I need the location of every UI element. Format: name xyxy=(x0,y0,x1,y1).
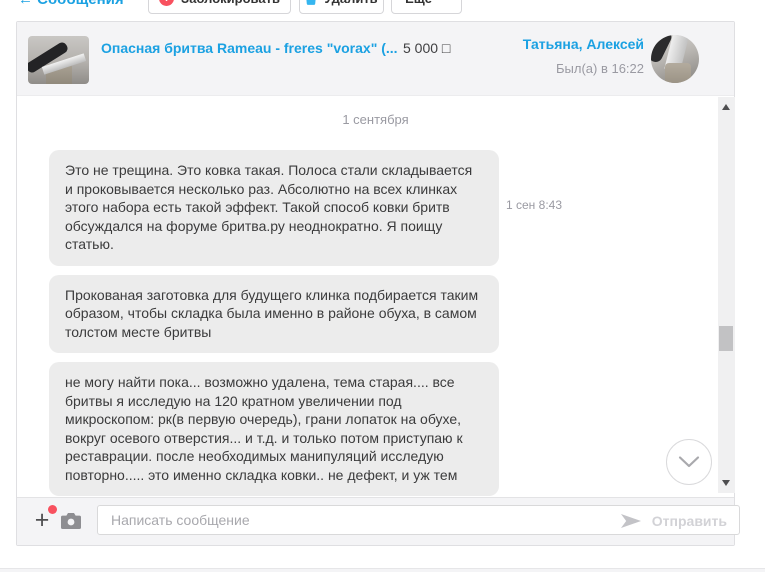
next-section-strip xyxy=(0,568,765,572)
chat-scroll-area[interactable]: 1 сентября Это не трещина. Это ковка так… xyxy=(17,97,734,498)
conversation-header: Опасная бритва Rameau - freres "vorax" (… xyxy=(17,22,734,96)
item-price: 5 000 □ xyxy=(403,40,450,56)
attach-button[interactable]: + xyxy=(29,506,55,536)
message-bubble: не могу найти пока... возможно удалена, … xyxy=(49,362,499,496)
camera-icon xyxy=(61,513,81,529)
message-timestamp: 1 сен 8:43 xyxy=(506,198,562,212)
trash-icon xyxy=(305,0,317,5)
chevron-down-icon xyxy=(677,455,701,469)
notification-dot xyxy=(48,505,57,514)
delete-conversation-button[interactable]: Удалить xyxy=(299,0,384,14)
date-divider: 1 сентября xyxy=(17,112,734,127)
camera-button[interactable] xyxy=(61,513,81,529)
message-bubble: Это не трещина. Это ковка такая. Полоса … xyxy=(49,150,499,266)
more-button-label: Ещё xyxy=(405,0,432,6)
participants-link[interactable]: Татьяна, Алексей xyxy=(523,36,644,52)
last-seen-status: Был(а) в 16:22 xyxy=(523,61,644,76)
scrollbar-up-arrow[interactable] xyxy=(722,104,730,110)
scrollbar-thumb[interactable] xyxy=(719,326,733,351)
scroll-to-bottom-button[interactable] xyxy=(666,439,712,485)
delete-button-label: Удалить xyxy=(324,0,377,6)
item-thumbnail[interactable] xyxy=(28,36,89,84)
back-to-messages-link[interactable]: ← Сообщения xyxy=(18,0,124,8)
avatar[interactable] xyxy=(651,35,699,83)
scrollbar-down-arrow[interactable] xyxy=(722,480,730,486)
message-field: Отправить xyxy=(97,505,740,535)
chat-scrollbar[interactable] xyxy=(718,97,735,493)
message-bubble: Прокованая заготовка для будущего клинка… xyxy=(49,275,499,354)
send-button-label: Отправить xyxy=(652,513,727,529)
conversation-panel: Опасная бритва Rameau - freres "vorax" (… xyxy=(16,21,735,546)
message-composer: + Отправить xyxy=(17,497,734,545)
more-actions-button[interactable]: Ещё xyxy=(391,0,462,14)
participants-block: Татьяна, Алексей Был(а) в 16:22 xyxy=(523,36,644,76)
block-icon: ! xyxy=(159,0,174,6)
item-title-link[interactable]: Опасная бритва Rameau - freres "vorax" (… xyxy=(101,40,398,56)
block-user-button[interactable]: ! Заблокировать xyxy=(148,0,291,14)
send-icon xyxy=(621,514,641,528)
message-list: Это не трещина. Это ковка такая. Полоса … xyxy=(49,150,499,498)
avatar-art xyxy=(665,63,691,83)
block-button-label: Заблокировать xyxy=(181,0,280,6)
messenger-screen: ← Сообщения ! Заблокировать Удалить Ещё … xyxy=(0,0,765,572)
send-button[interactable]: Отправить xyxy=(621,514,727,528)
